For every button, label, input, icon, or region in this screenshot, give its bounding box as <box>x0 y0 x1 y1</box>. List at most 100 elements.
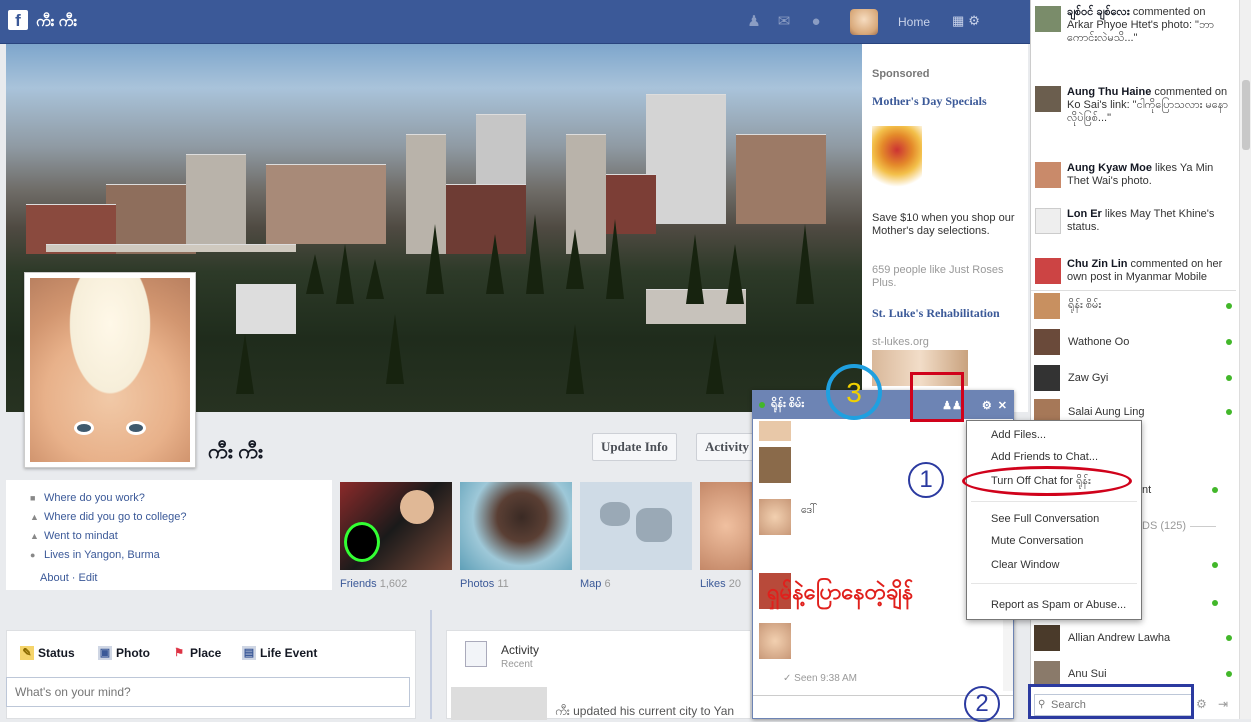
work-info[interactable]: ■ Where do you work? <box>30 488 186 507</box>
menu-report-spam[interactable]: Report as Spam or Abuse... <box>967 595 1141 615</box>
online-status-icon <box>1212 487 1218 493</box>
ticker-item[interactable]: Aung Thu Haine commented on Ko Sai's lin… <box>1035 86 1231 125</box>
online-status-icon <box>759 402 765 408</box>
chat-sidebar-toggle-icon[interactable]: ⇥ <box>1218 697 1228 711</box>
tab-status[interactable]: ✎ Status <box>20 646 75 660</box>
avatar <box>759 499 791 535</box>
chat-contact[interactable]: Wathone Oo <box>1034 328 1232 356</box>
chat-title[interactable]: ရိုန်း စိမ်း <box>771 397 804 413</box>
seen-status: ✓ Seen 9:38 AM <box>783 673 857 684</box>
chat-contact[interactable]: Zaw Gyi <box>1034 364 1232 392</box>
ad-text: Save $10 when you shop our Mother's day … <box>872 212 1015 237</box>
online-status-icon <box>1226 339 1232 345</box>
map-label[interactable]: Map 6 <box>580 578 611 590</box>
activity-icon <box>465 641 487 667</box>
divider <box>1190 526 1216 527</box>
scrollbar[interactable] <box>1239 0 1251 719</box>
house-icon: ● <box>30 549 36 560</box>
chat-sender: ဒေါ် <box>801 504 818 516</box>
tab-place[interactable]: ⚑ Place <box>172 646 221 660</box>
activity-title: Activity <box>501 643 540 657</box>
map-pin-icon: ⚑ <box>174 647 184 659</box>
facebook-logo-icon[interactable]: f <box>8 10 28 30</box>
group-header: DS (125) <box>1142 520 1187 532</box>
online-status-icon <box>1212 562 1218 568</box>
update-info-button[interactable]: Update Info <box>592 433 677 461</box>
ad-image-flowers[interactable] <box>872 126 922 206</box>
menu-add-friends[interactable]: Add Friends to Chat... <box>967 447 1141 467</box>
profile-picture[interactable] <box>24 272 196 468</box>
photos-tile[interactable] <box>460 482 572 570</box>
ad-likes[interactable]: 659 people like Just Roses Plus. <box>872 264 1022 290</box>
sponsored-header: Sponsored <box>872 68 930 80</box>
ticker-item[interactable]: Lon Er likes May Thet Khine's status. <box>1035 208 1231 234</box>
graduation-cap-icon: ▲ <box>30 511 39 522</box>
step-marker: 3 <box>826 364 882 420</box>
online-status-icon <box>1212 600 1218 606</box>
avatar <box>1034 329 1060 355</box>
chat-contact[interactable]: Allian Andrew Lawha <box>1034 624 1232 652</box>
online-status-icon <box>1226 635 1232 641</box>
chat-gear-icon[interactable]: ⚙ <box>982 399 992 412</box>
avatar <box>1034 625 1060 651</box>
avatar <box>1034 293 1060 319</box>
tab-photo[interactable]: ▣ Photo <box>98 646 150 660</box>
avatar <box>1034 365 1060 391</box>
avatar <box>1035 162 1061 188</box>
menu-see-full-conversation[interactable]: See Full Conversation <box>967 509 1141 529</box>
home-link[interactable]: Home <box>898 15 930 29</box>
photos-label[interactable]: Photos 11 <box>460 578 509 590</box>
avatar <box>759 421 791 441</box>
activity-item[interactable]: ကီး updated his current city to Yan <box>555 703 751 721</box>
ad-title-mothers-day[interactable]: Mother's Day Specials <box>872 94 1022 109</box>
notifications-globe-icon[interactable]: ● <box>806 13 826 31</box>
life-event-icon: ▤ <box>242 646 256 660</box>
friends-tile[interactable] <box>340 482 452 570</box>
likes-label[interactable]: Likes 20 <box>700 578 741 590</box>
online-status-icon <box>1226 375 1232 381</box>
menu-clear-window[interactable]: Clear Window <box>967 555 1141 575</box>
status-input[interactable] <box>6 677 410 707</box>
location-info[interactable]: ● Lives in Yangon, Burma <box>30 545 186 564</box>
ticker-item[interactable]: Aung Kyaw Moe likes Ya Min Thet Wai's ph… <box>1035 162 1231 188</box>
avatar <box>759 447 791 483</box>
annotation-highlight-ellipse <box>962 466 1132 496</box>
divider <box>1031 290 1236 291</box>
ticker-item[interactable]: ချစ်ဝင် ချစ်လေး commented on Arkar Phyoe… <box>1035 6 1231 45</box>
activity-log-button[interactable]: Activity <box>696 433 754 461</box>
activity-box: Activity Recent ကီး updated his current … <box>446 630 751 721</box>
avatar <box>1035 6 1061 32</box>
online-status-icon <box>1226 303 1232 309</box>
college-info[interactable]: ▲ Where did you go to college? <box>30 507 186 526</box>
briefcase-icon: ■ <box>30 492 36 503</box>
avatar <box>1035 86 1061 112</box>
top-profile-name[interactable]: ကီး ကီး <box>36 12 77 34</box>
chat-contact[interactable]: ရိုန်း စိမ်း <box>1034 292 1232 320</box>
status-icon: ✎ <box>20 646 34 660</box>
ad-title-st-lukes[interactable]: St. Luke's Rehabilitation <box>872 306 1022 321</box>
tab-life-event[interactable]: ▤ Life Event <box>242 646 317 660</box>
menu-mute-conversation[interactable]: Mute Conversation <box>967 531 1141 551</box>
photo-icon: ▣ <box>98 646 112 660</box>
privacy-settings-icon[interactable]: ▦⚙ <box>952 13 984 29</box>
chat-contact-partial[interactable]: nt <box>1142 484 1151 496</box>
friend-requests-icon[interactable]: ♟ <box>744 13 764 31</box>
map-tile[interactable] <box>580 482 692 570</box>
online-status-icon <box>1226 671 1232 677</box>
chat-settings-gear-icon[interactable]: ⚙ <box>1196 697 1207 711</box>
about-edit-link[interactable]: About · Edit <box>40 572 97 584</box>
step-marker: 1 <box>908 462 944 498</box>
menu-add-files[interactable]: Add Files... <box>967 425 1141 445</box>
likes-tile[interactable] <box>700 482 752 570</box>
messages-icon[interactable]: ✉ <box>774 13 794 31</box>
ticker-item[interactable]: Chu Zin Lin commented on her own post in… <box>1035 258 1231 284</box>
friends-label[interactable]: Friends 1,602 <box>340 578 407 590</box>
avatar[interactable] <box>850 9 878 35</box>
avatar <box>759 623 791 659</box>
chat-header[interactable]: ရိုန်း စိမ်း ♟♟ ⚙ ✕ <box>753 391 1013 419</box>
ad-url[interactable]: st-lukes.org <box>872 336 929 348</box>
avatar <box>1035 208 1061 234</box>
timeline-line <box>430 610 432 719</box>
close-icon[interactable]: ✕ <box>998 399 1007 412</box>
school-info[interactable]: ▲ Went to mindat <box>30 526 186 545</box>
